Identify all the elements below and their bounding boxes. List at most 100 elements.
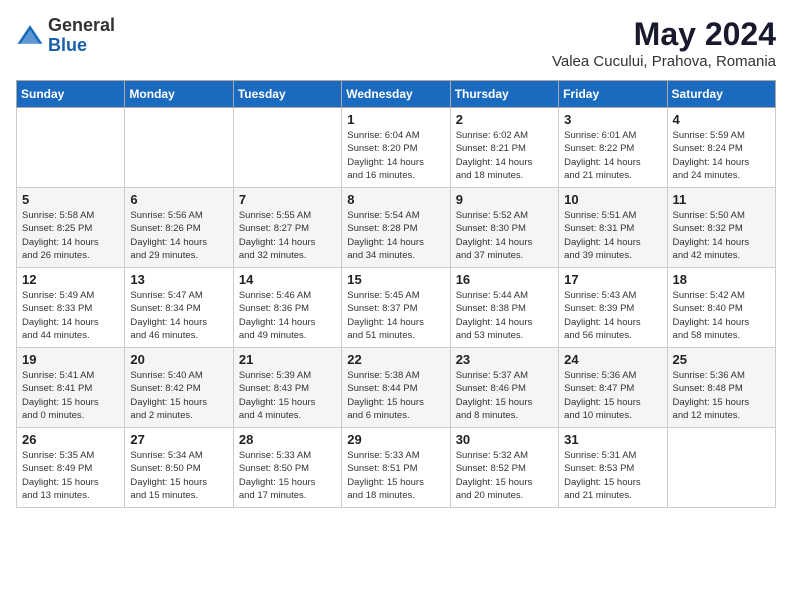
logo-general: General — [48, 16, 115, 36]
day-info: Sunrise: 5:49 AM Sunset: 8:33 PM Dayligh… — [22, 289, 119, 342]
week-row-2: 5 Sunrise: 5:58 AM Sunset: 8:25 PM Daylig… — [17, 188, 776, 268]
calendar-cell: 19 Sunrise: 5:41 AM Sunset: 8:41 PM Dayli… — [17, 348, 125, 428]
calendar-cell — [17, 108, 125, 188]
day-info: Sunrise: 5:43 AM Sunset: 8:39 PM Dayligh… — [564, 289, 661, 342]
calendar-cell: 17 Sunrise: 5:43 AM Sunset: 8:39 PM Dayli… — [559, 268, 667, 348]
day-info: Sunrise: 5:50 AM Sunset: 8:32 PM Dayligh… — [673, 209, 770, 262]
day-info: Sunrise: 5:46 AM Sunset: 8:36 PM Dayligh… — [239, 289, 336, 342]
day-info: Sunrise: 5:42 AM Sunset: 8:40 PM Dayligh… — [673, 289, 770, 342]
day-info: Sunrise: 5:44 AM Sunset: 8:38 PM Dayligh… — [456, 289, 553, 342]
header-day-wednesday: Wednesday — [342, 81, 450, 108]
day-number: 9 — [456, 192, 553, 207]
day-number: 6 — [130, 192, 227, 207]
day-number: 30 — [456, 432, 553, 447]
logo-text: General Blue — [48, 16, 115, 56]
day-info: Sunrise: 5:56 AM Sunset: 8:26 PM Dayligh… — [130, 209, 227, 262]
day-info: Sunrise: 5:45 AM Sunset: 8:37 PM Dayligh… — [347, 289, 444, 342]
calendar-table: SundayMondayTuesdayWednesdayThursdayFrid… — [16, 80, 776, 508]
month-title: May 2024 — [552, 16, 776, 53]
day-number: 28 — [239, 432, 336, 447]
day-number: 14 — [239, 272, 336, 287]
calendar-cell: 10 Sunrise: 5:51 AM Sunset: 8:31 PM Dayli… — [559, 188, 667, 268]
week-row-3: 12Sunrise: 5:49 AM Sunset: 8:33 PM Dayli… — [17, 268, 776, 348]
calendar-cell: 8Sunrise: 5:54 AM Sunset: 8:28 PM Daylig… — [342, 188, 450, 268]
location: Valea Cucului, Prahova, Romania — [552, 53, 776, 70]
day-info: Sunrise: 5:52 AM Sunset: 8:30 PM Dayligh… — [456, 209, 553, 262]
day-number: 17 — [564, 272, 661, 287]
day-info: Sunrise: 5:47 AM Sunset: 8:34 PM Dayligh… — [130, 289, 227, 342]
day-number: 21 — [239, 352, 336, 367]
calendar-cell: 31Sunrise: 5:31 AM Sunset: 8:53 PM Dayli… — [559, 428, 667, 508]
day-info: Sunrise: 5:37 AM Sunset: 8:46 PM Dayligh… — [456, 369, 553, 422]
day-number: 20 — [130, 352, 227, 367]
day-number: 27 — [130, 432, 227, 447]
day-number: 10 — [564, 192, 661, 207]
calendar-cell: 4 Sunrise: 5:59 AM Sunset: 8:24 PM Daylig… — [667, 108, 775, 188]
calendar-cell: 2 Sunrise: 6:02 AM Sunset: 8:21 PM Daylig… — [450, 108, 558, 188]
day-info: Sunrise: 5:32 AM Sunset: 8:52 PM Dayligh… — [456, 449, 553, 502]
day-info: Sunrise: 5:58 AM Sunset: 8:25 PM Dayligh… — [22, 209, 119, 262]
day-number: 11 — [673, 192, 770, 207]
calendar-cell: 14 Sunrise: 5:46 AM Sunset: 8:36 PM Dayli… — [233, 268, 341, 348]
calendar-cell: 6 Sunrise: 5:56 AM Sunset: 8:26 PM Daylig… — [125, 188, 233, 268]
day-number: 24 — [564, 352, 661, 367]
header-day-friday: Friday — [559, 81, 667, 108]
day-number: 26 — [22, 432, 119, 447]
calendar-cell: 27Sunrise: 5:34 AM Sunset: 8:50 PM Dayli… — [125, 428, 233, 508]
day-number: 1 — [347, 112, 444, 127]
calendar-cell: 28Sunrise: 5:33 AM Sunset: 8:50 PM Dayli… — [233, 428, 341, 508]
day-info: Sunrise: 5:59 AM Sunset: 8:24 PM Dayligh… — [673, 129, 770, 182]
week-row-1: 1 Sunrise: 6:04 AM Sunset: 8:20 PM Daylig… — [17, 108, 776, 188]
calendar-cell: 3Sunrise: 6:01 AM Sunset: 8:22 PM Daylig… — [559, 108, 667, 188]
calendar-cell: 9 Sunrise: 5:52 AM Sunset: 8:30 PM Daylig… — [450, 188, 558, 268]
calendar-cell: 25 Sunrise: 5:36 AM Sunset: 8:48 PM Dayli… — [667, 348, 775, 428]
calendar-header: SundayMondayTuesdayWednesdayThursdayFrid… — [17, 81, 776, 108]
logo-icon — [16, 22, 44, 50]
day-info: Sunrise: 5:35 AM Sunset: 8:49 PM Dayligh… — [22, 449, 119, 502]
header-day-tuesday: Tuesday — [233, 81, 341, 108]
logo-blue: Blue — [48, 36, 115, 56]
calendar-cell: 21Sunrise: 5:39 AM Sunset: 8:43 PM Dayli… — [233, 348, 341, 428]
day-number: 18 — [673, 272, 770, 287]
logo: General Blue — [16, 16, 115, 56]
calendar-cell: 22 Sunrise: 5:38 AM Sunset: 8:44 PM Dayli… — [342, 348, 450, 428]
day-number: 5 — [22, 192, 119, 207]
header-day-monday: Monday — [125, 81, 233, 108]
day-info: Sunrise: 5:36 AM Sunset: 8:47 PM Dayligh… — [564, 369, 661, 422]
day-info: Sunrise: 5:33 AM Sunset: 8:51 PM Dayligh… — [347, 449, 444, 502]
day-info: Sunrise: 5:41 AM Sunset: 8:41 PM Dayligh… — [22, 369, 119, 422]
calendar-cell: 13 Sunrise: 5:47 AM Sunset: 8:34 PM Dayli… — [125, 268, 233, 348]
calendar-cell: 29Sunrise: 5:33 AM Sunset: 8:51 PM Dayli… — [342, 428, 450, 508]
header-day-sunday: Sunday — [17, 81, 125, 108]
day-number: 2 — [456, 112, 553, 127]
day-info: Sunrise: 5:36 AM Sunset: 8:48 PM Dayligh… — [673, 369, 770, 422]
calendar-cell: 24 Sunrise: 5:36 AM Sunset: 8:47 PM Dayli… — [559, 348, 667, 428]
calendar-cell: 11 Sunrise: 5:50 AM Sunset: 8:32 PM Dayli… — [667, 188, 775, 268]
calendar-cell: 26 Sunrise: 5:35 AM Sunset: 8:49 PM Dayli… — [17, 428, 125, 508]
day-info: Sunrise: 5:31 AM Sunset: 8:53 PM Dayligh… — [564, 449, 661, 502]
header-day-saturday: Saturday — [667, 81, 775, 108]
calendar-cell: 20 Sunrise: 5:40 AM Sunset: 8:42 PM Dayli… — [125, 348, 233, 428]
day-number: 15 — [347, 272, 444, 287]
day-number: 19 — [22, 352, 119, 367]
calendar-cell: 18 Sunrise: 5:42 AM Sunset: 8:40 PM Dayli… — [667, 268, 775, 348]
title-block: May 2024 Valea Cucului, Prahova, Romania — [552, 16, 776, 70]
day-number: 16 — [456, 272, 553, 287]
day-number: 8 — [347, 192, 444, 207]
calendar-body: 1 Sunrise: 6:04 AM Sunset: 8:20 PM Daylig… — [17, 108, 776, 508]
day-info: Sunrise: 5:40 AM Sunset: 8:42 PM Dayligh… — [130, 369, 227, 422]
day-number: 22 — [347, 352, 444, 367]
day-info: Sunrise: 5:38 AM Sunset: 8:44 PM Dayligh… — [347, 369, 444, 422]
calendar-cell: 16 Sunrise: 5:44 AM Sunset: 8:38 PM Dayli… — [450, 268, 558, 348]
day-info: Sunrise: 6:04 AM Sunset: 8:20 PM Dayligh… — [347, 129, 444, 182]
day-number: 23 — [456, 352, 553, 367]
header-row: SundayMondayTuesdayWednesdayThursdayFrid… — [17, 81, 776, 108]
day-number: 4 — [673, 112, 770, 127]
day-number: 13 — [130, 272, 227, 287]
day-info: Sunrise: 6:02 AM Sunset: 8:21 PM Dayligh… — [456, 129, 553, 182]
calendar-cell: 12Sunrise: 5:49 AM Sunset: 8:33 PM Dayli… — [17, 268, 125, 348]
calendar-cell — [233, 108, 341, 188]
day-number: 25 — [673, 352, 770, 367]
day-info: Sunrise: 5:51 AM Sunset: 8:31 PM Dayligh… — [564, 209, 661, 262]
day-number: 7 — [239, 192, 336, 207]
